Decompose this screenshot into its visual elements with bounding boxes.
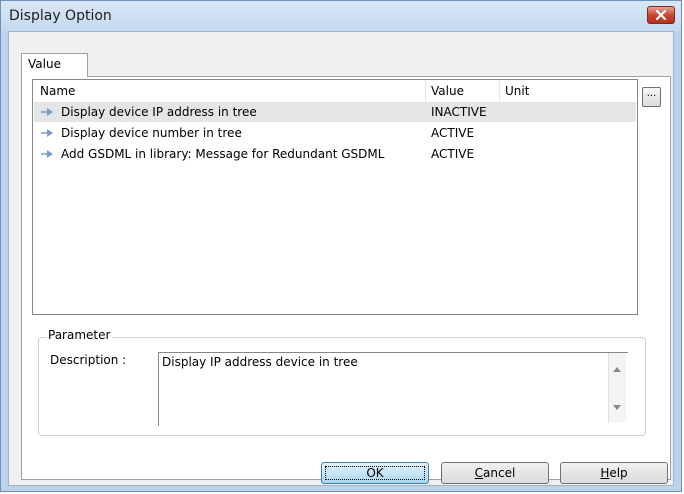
description-label: Description : <box>50 353 127 367</box>
column-header-unit[interactable]: Unit <box>505 84 529 98</box>
arrow-right-icon <box>41 150 53 158</box>
help-button-label: elp <box>609 466 628 480</box>
column-header-name[interactable]: Name <box>40 84 75 98</box>
item-value[interactable]: ACTIVE <box>431 126 474 140</box>
description-scrollbar[interactable] <box>608 353 626 422</box>
item-name: Display device number in tree <box>61 126 242 140</box>
dialog-window: Display Option Value Name Value Unit Dis… <box>0 0 682 492</box>
close-button[interactable] <box>647 6 675 24</box>
help-mnemonic: H <box>600 466 610 480</box>
cancel-button-label: ancel <box>483 466 516 480</box>
option-list[interactable]: Name Value Unit Display device IP addres… <box>32 79 638 315</box>
column-divider[interactable] <box>425 80 426 102</box>
item-name: Add GSDML in library: Message for Redund… <box>61 147 385 161</box>
item-value[interactable]: ACTIVE <box>431 147 474 161</box>
list-item[interactable]: Display device number in tree ACTIVE <box>34 124 636 143</box>
list-item[interactable]: Display device IP address in tree INACTI… <box>34 103 636 122</box>
browse-button[interactable]: ... <box>642 87 661 107</box>
focus-rectangle <box>325 466 425 480</box>
parameter-group-title: Parameter <box>46 328 113 342</box>
column-header-value[interactable]: Value <box>431 84 464 98</box>
cancel-button[interactable]: Cancel <box>441 462 549 484</box>
close-icon <box>655 10 667 20</box>
description-text: Display IP address device in tree <box>162 355 358 369</box>
arrow-right-icon <box>41 129 53 137</box>
dialog-title: Display Option <box>9 8 112 24</box>
tab-value-label: Value <box>28 57 61 71</box>
ok-button[interactable]: OK <box>321 462 429 484</box>
list-item[interactable]: Add GSDML in library: Message for Redund… <box>34 145 636 164</box>
help-button[interactable]: Help <box>560 462 668 484</box>
scroll-up-arrow-icon[interactable] <box>613 367 621 372</box>
title-bar[interactable]: Display Option <box>1 1 681 31</box>
list-header: Name Value Unit <box>33 80 637 103</box>
dialog-client-area: Value Name Value Unit Display device IP … <box>8 31 674 486</box>
item-name: Display device IP address in tree <box>61 105 257 119</box>
arrow-right-icon <box>41 108 53 116</box>
scroll-down-arrow-icon[interactable] <box>613 405 621 410</box>
cancel-mnemonic: C <box>474 466 484 480</box>
item-value[interactable]: INACTIVE <box>431 105 487 119</box>
tab-value[interactable]: Value <box>21 53 88 77</box>
column-divider[interactable] <box>499 80 500 102</box>
